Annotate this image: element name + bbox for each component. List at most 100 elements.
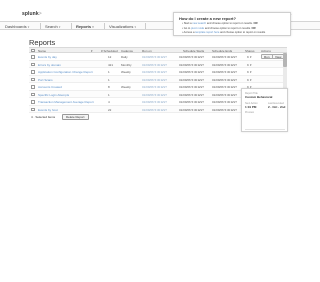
chevron-down-icon: ▾ [27,24,30,29]
run-on-value: 01/09/06 5:30 EST [142,70,168,74]
schedule-ends-value: 01/09/06 5:30 EST [212,70,238,74]
select-all-checkbox[interactable] [31,48,35,52]
popover-value: 2 · Oct · 2nd [268,105,286,109]
row-checkbox[interactable] [31,70,35,74]
nav-reports-label: Reports [76,23,92,29]
report-details-popover: Report Title Custom Behavioral Next Acti… [241,88,288,132]
schedule-ends-value: 01/09/06 5:30 EST [212,62,238,67]
schedule-starts-value: 01/09/06 5:30 EST [179,77,205,82]
share-dropdown-icon[interactable]: ▾ [250,55,252,59]
table-row[interactable]: Port Scans 1 01/09/06 5:30 EST 01/09/06 5:3… [29,75,287,83]
report-name-link[interactable]: Specific Login Attempts [38,93,69,97]
schedule-ends-value: 01/09/06 5:30 EST [212,55,238,59]
create-report-help-tooltip: How do I create a new report? • Start a … [173,12,291,36]
new-search-link[interactable]: new search [192,22,206,25]
nav-visualizations[interactable]: Visualizations ▾ [109,24,136,29]
report-name-link[interactable]: Errors by domain [38,63,61,67]
shares-value: 9 [247,62,249,67]
nav-divider [145,23,146,29]
schedule-ends-value: 01/09/06 5:30 EST [212,85,238,89]
scheduled-count: 1 [108,92,110,97]
share-dropdown-icon[interactable]: ▾ [250,63,252,67]
popover-value: 1:19 PM [245,105,257,109]
popover-report-name: Custom Behavioral [245,95,273,99]
nav-divider [104,23,105,29]
tooltip-text: and choose option to report on results. [206,22,254,25]
table-row[interactable]: Errors by domain 421 Monthly 01/09/06 5:30 … [29,60,287,68]
pivot-mode-link[interactable]: pivot mode [191,27,204,30]
table-row[interactable]: Application Configuration Change Report 1… [29,68,287,76]
run-on-value: 01/09/06 5:30 EST [142,100,168,104]
run-on-value: 01/09/06 5:30 EST [142,85,168,89]
chevron-down-icon: ▾ [134,24,137,29]
nav-dashboards-label: Dashboards [5,23,27,29]
nav-divider [71,23,72,29]
report-name-link[interactable]: Events by day [38,55,57,59]
tooltip-line: • Go to pivot mode and choose option to … [182,26,256,30]
nav-dashboards[interactable]: Dashboards ▾ [5,24,29,29]
scheduled-count: 1 [108,77,110,82]
nav-visualizations-label: Visualizations [109,23,134,29]
splunk-logo[interactable]: splunk> [22,11,42,17]
report-name-link[interactable]: Transaction Management Average Report [38,100,94,104]
tooltip-text: and choose option to report on results. [204,26,252,30]
chevron-down-icon: ▾ [58,24,61,29]
cadence-value: Weekly [121,70,131,74]
scheduled-count: 421 [108,62,114,67]
scheduled-count: 1 [108,70,110,74]
run-on-value: 01/09/06 5:30 EST [142,77,168,82]
schedule-starts-value: 01/09/06 5:30 EST [179,70,205,74]
run-on-value: 01/09/06 5:30 EST [142,107,168,112]
row-checkbox[interactable] [31,107,35,111]
schedule-starts-value: 01/09/06 5:30 EST [179,107,205,112]
shares-value: 9 [247,77,249,82]
chevron-down-icon: ▾ [92,24,94,29]
share-dropdown-icon[interactable]: ▾ [250,78,252,82]
schedule-starts-value: 01/09/06 5:30 EST [179,62,205,67]
shares-value: 9 [247,55,249,59]
run-on-value: 01/09/06 5:30 EST [142,55,168,59]
schedule-starts-value: 01/09/06 5:30 EST [179,100,205,104]
tooltip-title: How do I create a new report? [179,16,236,21]
delete-report-button[interactable]: Delete Report [62,113,89,120]
nav-search[interactable]: Search ▾ [45,24,60,29]
report-name-link[interactable]: Port Scans [38,78,53,82]
scheduled-count: 8 [108,85,110,89]
row-checkbox[interactable] [31,92,35,96]
schedule-ends-value: 01/09/06 5:30 EST [212,92,238,97]
row-checkbox[interactable] [31,100,35,104]
tooltip-line: • Access a template report here and choo… [182,31,266,34]
cadence-value: Weekly [121,85,131,89]
tooltip-text: Go to [183,26,192,30]
report-name-link[interactable]: Accounts Created [38,85,62,89]
run-on-value: 01/09/06 5:30 EST [142,92,168,97]
logo-suffix: > [38,11,42,17]
popover-progress [245,129,285,130]
scrollbar-thumb[interactable] [283,53,287,67]
report-name-link[interactable]: Application Configuration Change Report [38,70,93,74]
tooltip-or: OR [251,26,256,30]
popover-label: Preview [245,111,254,114]
template-report-link[interactable]: template report here [195,31,219,34]
row-checkbox[interactable] [31,85,35,89]
row-checkbox[interactable] [31,77,35,81]
page-title: Reports [29,38,56,47]
row-checkbox[interactable] [31,62,35,66]
schedule-starts-value: 01/09/06 5:30 EST [179,85,205,89]
report-name-link[interactable]: Events by host [38,108,58,112]
scheduled-count: 22 [108,107,112,112]
tooltip-text: and choose option to report on results [219,31,266,34]
schedule-starts-value: 01/09/06 5:30 EST [179,92,205,97]
row-checkbox[interactable] [31,55,35,59]
nav-divider [40,23,41,29]
tooltip-text: Access a [183,31,196,34]
table-row[interactable]: Events by day 12 Daily 01/09/06 5:30 EST 01/… [29,53,287,61]
run-report-button[interactable]: Run [261,54,273,59]
scheduled-count: 12 [108,55,112,59]
scheduled-count: 4 [108,100,110,104]
logo-text: splunk [22,11,39,17]
share-dropdown-icon[interactable]: ▾ [250,70,252,74]
cadence-value: Daily [121,55,128,59]
cadence-value: Monthly [121,62,132,67]
nav-reports[interactable]: Reports ▾ [76,24,94,29]
